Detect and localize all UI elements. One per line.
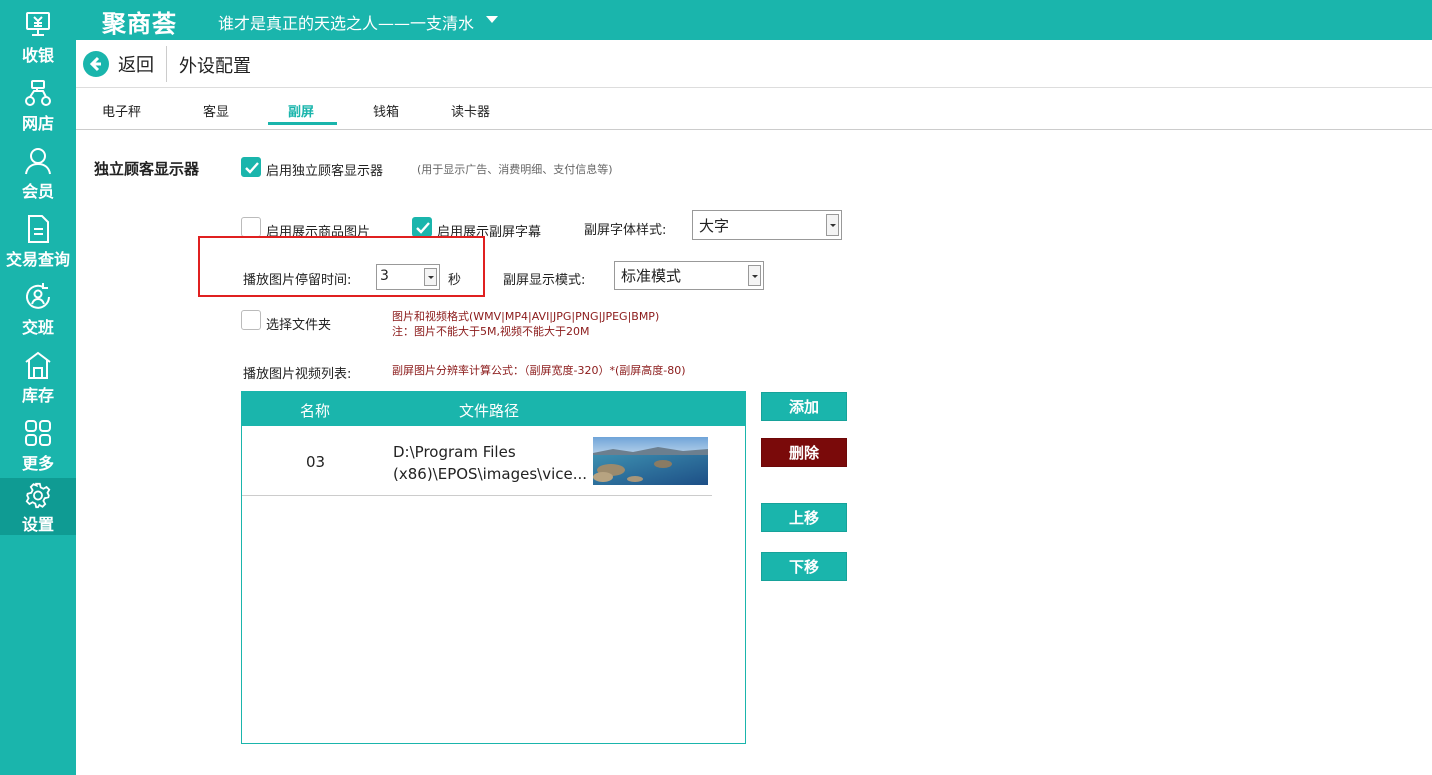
active-tab-indicator xyxy=(268,122,337,125)
image-thumbnail xyxy=(593,437,708,485)
size-limit-note: 注：图片不能大于5M,视频不能大于20M xyxy=(392,325,590,338)
header-divider xyxy=(166,46,167,82)
show-subtitles-checkbox[interactable] xyxy=(412,217,432,237)
enable-display-hint: (用于显示广告、消费明细、支付信息等) xyxy=(417,163,613,176)
sidebar-item-label: 网店 xyxy=(21,114,54,133)
chevron-down-icon xyxy=(748,265,761,286)
font-style-value: 大字 xyxy=(699,217,730,235)
highlight-annotation xyxy=(198,236,485,297)
sidebar-item-webstore[interactable]: 网店 xyxy=(0,74,76,140)
chevron-down-icon[interactable] xyxy=(486,16,498,23)
sidebar-item-settings[interactable]: 设置 xyxy=(0,478,76,535)
sidebar-item-shift[interactable]: 交班 xyxy=(0,278,76,344)
back-label: 返回 xyxy=(118,55,154,76)
grid-icon xyxy=(25,420,51,446)
show-product-images-checkbox[interactable] xyxy=(241,217,261,237)
tab-card-reader[interactable]: 读卡器 xyxy=(451,101,490,120)
enable-display-label: 启用独立顾客显示器 xyxy=(266,164,384,179)
section-title: 独立顾客显示器 xyxy=(94,160,200,178)
table-header: 名称 文件路径 xyxy=(242,392,745,426)
app-logo: 聚商荟 xyxy=(102,10,177,38)
enable-display-checkbox[interactable] xyxy=(241,157,261,177)
select-folder-checkbox[interactable] xyxy=(241,310,261,330)
sidebar-item-label: 交班 xyxy=(21,318,54,337)
document-icon xyxy=(28,215,49,243)
row-path: D:\Program Files (x86)\EPOS\images\vice.… xyxy=(393,443,588,483)
playlist-label: 播放图片视频列表: xyxy=(243,367,352,382)
move-down-button[interactable]: 下移 xyxy=(761,552,847,581)
chevron-down-icon xyxy=(826,214,839,236)
add-button[interactable]: 添加 xyxy=(761,392,847,421)
cash-register-icon xyxy=(26,12,50,36)
sidebar-item-label: 会员 xyxy=(21,182,54,201)
playlist-table[interactable]: 名称 文件路径 03 D:\Program Files (x86)\EPOS\i… xyxy=(241,391,746,744)
table-row[interactable]: 03 D:\Program Files (x86)\EPOS\images\vi… xyxy=(242,427,712,496)
row-name: 03 xyxy=(306,453,326,471)
sidebar-item-inventory[interactable]: 库存 xyxy=(0,346,76,412)
checkmark-icon xyxy=(416,222,430,234)
checkmark-icon xyxy=(245,162,259,174)
sidebar-item-label: 收银 xyxy=(21,46,54,65)
move-up-button[interactable]: 上移 xyxy=(761,503,847,532)
back-button[interactable]: 返回 xyxy=(82,50,154,78)
display-mode-value: 标准模式 xyxy=(621,267,682,285)
scooter-icon xyxy=(25,80,51,106)
tab-scale[interactable]: 电子秤 xyxy=(102,101,141,120)
sidebar: 收银 网店 会员 交易查询 交班 库存 更多 设置 xyxy=(0,0,76,775)
sidebar-item-transactions[interactable]: 交易查询 xyxy=(0,210,76,276)
user-icon xyxy=(25,148,51,175)
font-style-select[interactable]: 大字 xyxy=(692,210,842,240)
tab-customer-display[interactable]: 客显 xyxy=(203,101,229,120)
delete-button[interactable]: 删除 xyxy=(761,438,847,467)
display-mode-select[interactable]: 标准模式 xyxy=(614,261,764,290)
warehouse-icon xyxy=(25,351,51,379)
select-folder-label: 选择文件夹 xyxy=(266,318,332,333)
resolution-note: 副屏图片分辨率计算公式：（副屏宽度-320）*(副屏高度-80) xyxy=(392,364,686,377)
page-header: 返回 外设配置 xyxy=(76,40,1432,88)
sidebar-item-label: 设置 xyxy=(21,515,54,534)
tab-cash-drawer[interactable]: 钱箱 xyxy=(373,101,399,120)
format-note: 图片和视频格式(WMV|MP4|AVI|JPG|PNG|JPEG|BMP) xyxy=(392,310,660,323)
top-bar: 聚商荟 谁才是真正的天选之人——一支清水 xyxy=(76,0,1432,40)
store-name[interactable]: 谁才是真正的天选之人——一支清水 xyxy=(218,10,474,34)
font-style-label: 副屏字体样式: xyxy=(584,223,667,238)
page-title: 外设配置 xyxy=(179,56,251,77)
back-arrow-icon xyxy=(83,51,109,77)
sidebar-item-cashier[interactable]: 收银 xyxy=(0,6,76,72)
shift-handover-icon xyxy=(26,283,50,309)
column-header-name: 名称 xyxy=(300,402,331,420)
sidebar-item-more[interactable]: 更多 xyxy=(0,414,76,480)
gear-icon xyxy=(25,482,51,509)
sidebar-item-label: 更多 xyxy=(21,454,54,473)
tab-bar: 电子秤 客显 副屏 钱箱 读卡器 xyxy=(76,88,1432,130)
column-header-path: 文件路径 xyxy=(459,402,520,420)
sidebar-item-label: 库存 xyxy=(21,386,54,405)
display-mode-label: 副屏显示模式: xyxy=(503,273,586,288)
sidebar-item-label: 交易查询 xyxy=(5,250,70,269)
tab-secondary-screen[interactable]: 副屏 xyxy=(288,101,314,120)
sidebar-item-member[interactable]: 会员 xyxy=(0,142,76,208)
